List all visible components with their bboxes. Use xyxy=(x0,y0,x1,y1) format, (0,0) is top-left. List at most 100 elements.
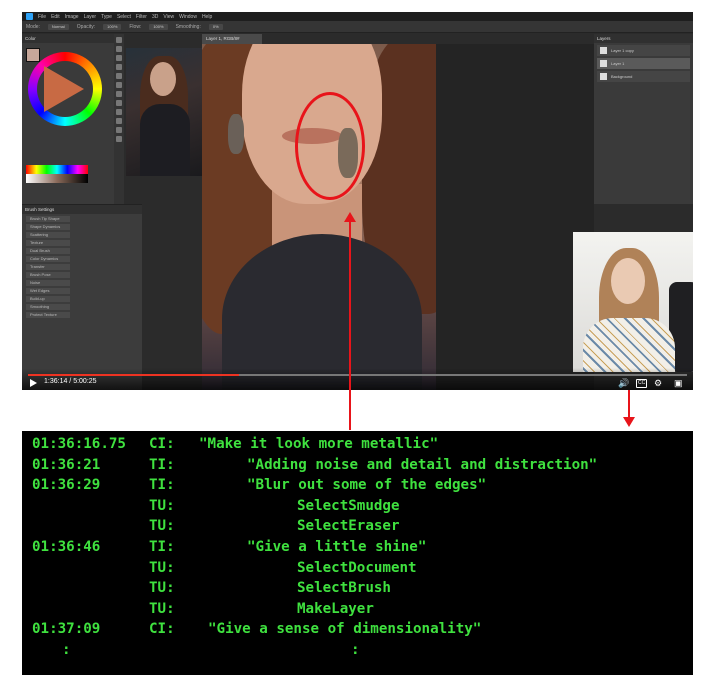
brush-option[interactable]: Protect Texture xyxy=(26,312,70,318)
brush-option[interactable]: Smoothing xyxy=(26,304,70,310)
transcript-speaker: TU: xyxy=(149,497,175,514)
document-tab[interactable]: Layer 1, RGB/8# xyxy=(202,34,262,44)
menu-item[interactable]: Image xyxy=(65,14,79,20)
reference-face xyxy=(150,62,176,96)
color-wheel[interactable] xyxy=(28,52,102,126)
foreground-color-swatch[interactable] xyxy=(26,48,40,62)
color-triangle-picker[interactable] xyxy=(44,66,84,112)
menu-bar: File Edit Image Layer Type Select Filter 3D View… xyxy=(22,12,693,21)
fullscreen-icon[interactable]: ▣ xyxy=(674,378,683,388)
brush-option[interactable]: Dual Brush xyxy=(26,248,70,254)
mode-select[interactable]: Normal xyxy=(47,23,69,30)
captions-button[interactable]: CC xyxy=(636,379,648,388)
video-player[interactable]: File Edit Image Layer Type Select Filter 3D View… xyxy=(22,12,693,390)
menu-item[interactable]: Layer xyxy=(84,14,97,20)
flow-value[interactable]: 100% xyxy=(149,23,168,30)
move-tool-icon[interactable] xyxy=(116,37,122,43)
options-bar: Mode: Normal Opacity: 100% Flow: 100% Sm… xyxy=(22,21,693,33)
progress-bar[interactable] xyxy=(28,374,687,376)
transcript-speaker: TU: xyxy=(149,580,175,597)
transcript-line: 01:36:16.75 CI: "Make it look more metalli… xyxy=(22,436,693,457)
transcript-text: "Give a little shine" xyxy=(247,538,427,555)
brush-option[interactable]: Wet Edges xyxy=(26,288,70,294)
time-display: 1:36:14 / 5:00:25 xyxy=(44,378,97,385)
transcript-text: SelectDocument xyxy=(297,559,417,576)
transcript-line: 01:36:46 TI: "Give a little shine" xyxy=(22,539,693,560)
transcript-text: SelectBrush xyxy=(297,580,391,597)
brush-option[interactable]: Brush Tip Shape xyxy=(26,216,70,222)
brush-settings-panel: Brush Settings Brush Tip Shape Shape Dyn… xyxy=(22,204,142,390)
color-panel-title: Color xyxy=(22,34,114,43)
transcript-timestamp: 01:36:46 xyxy=(32,538,101,555)
layers-panel-title: Layers xyxy=(594,34,693,43)
lasso-tool-icon[interactable] xyxy=(116,55,122,61)
canvas-earring-left xyxy=(228,114,244,154)
smudge-tool-icon[interactable] xyxy=(116,100,122,106)
transcript-line: TU: SelectDocument xyxy=(22,560,693,581)
type-tool-icon[interactable] xyxy=(116,118,122,124)
brush-tool-icon[interactable] xyxy=(116,82,122,88)
transcript-speaker: TU: xyxy=(149,600,175,617)
mode-label: Mode: xyxy=(26,23,40,30)
transcript-terminal: 01:36:16.75 CI: "Make it look more metalli… xyxy=(22,431,693,675)
smoothing-value[interactable]: 0% xyxy=(208,23,223,30)
transcript-line: TU: SelectBrush xyxy=(22,580,693,601)
workspace-background xyxy=(436,44,594,390)
transcript-timestamp: : xyxy=(62,641,71,658)
transcript-speaker: TU: xyxy=(149,518,175,535)
volume-icon[interactable]: 🔊 xyxy=(618,378,629,388)
hand-tool-icon[interactable] xyxy=(116,127,122,133)
transcript-line: :: xyxy=(22,642,693,663)
webcam-shirt xyxy=(583,318,675,372)
transcript-line: 01:36:21 TI: "Adding noise and detail and … xyxy=(22,457,693,478)
brush-option[interactable]: Shape Dynamics xyxy=(26,224,70,230)
crop-tool-icon[interactable] xyxy=(116,64,122,70)
eraser-tool-icon[interactable] xyxy=(116,91,122,97)
opacity-value[interactable]: 100% xyxy=(103,23,122,30)
zoom-tool-icon[interactable] xyxy=(116,136,122,142)
brush-option[interactable]: Transfer xyxy=(26,264,70,270)
brush-option[interactable]: Brush Pose xyxy=(26,272,70,278)
gear-icon[interactable]: ⚙ xyxy=(654,378,662,388)
brush-option[interactable]: Build-up xyxy=(26,296,70,302)
menu-item[interactable]: Window xyxy=(179,14,197,20)
opacity-label: Opacity: xyxy=(76,23,96,30)
menu-item[interactable]: Type xyxy=(101,14,112,20)
menu-item[interactable]: File xyxy=(38,14,46,20)
eyedropper-tool-icon[interactable] xyxy=(116,73,122,79)
photoshop-logo-icon xyxy=(26,13,33,20)
menu-item[interactable]: Filter xyxy=(136,14,147,20)
brush-option[interactable]: Scattering xyxy=(26,232,70,238)
transcript-speaker: TU: xyxy=(149,559,175,576)
layer-item[interactable]: Layer 1 copy xyxy=(597,45,690,56)
menu-item[interactable]: 3D xyxy=(152,14,158,20)
progress-fill xyxy=(28,374,239,376)
brush-option[interactable]: Texture xyxy=(26,240,70,246)
pen-tool-icon[interactable] xyxy=(116,109,122,115)
brush-option[interactable]: Color Dynamics xyxy=(26,256,70,262)
flow-label: Flow: xyxy=(129,23,142,30)
transcript-text: "Make it look more metallic" xyxy=(199,436,439,452)
transcript-timestamp: 01:36:16.75 xyxy=(32,436,126,452)
play-icon[interactable] xyxy=(30,379,37,387)
menu-item[interactable]: Help xyxy=(202,14,212,20)
transcript-speaker: CI: xyxy=(149,621,175,638)
menu-item[interactable]: View xyxy=(163,14,174,20)
layer-item[interactable]: Layer 1 xyxy=(597,58,690,69)
transcript-speaker: TI: xyxy=(149,456,175,473)
layers-panel: Layers Layer 1 copy Layer 1 Background xyxy=(594,34,693,204)
menu-item[interactable]: Edit xyxy=(51,14,60,20)
transcript-line: TU: SelectSmudge xyxy=(22,498,693,519)
transcript-speaker: TI: xyxy=(149,477,175,494)
layer-item[interactable]: Background xyxy=(597,71,690,82)
reference-image xyxy=(126,48,202,176)
menu-item[interactable]: Select xyxy=(117,14,131,20)
transcript-text: "Give a sense of dimensionality" xyxy=(208,621,482,638)
marquee-tool-icon[interactable] xyxy=(116,46,122,52)
arrow-down-head xyxy=(623,417,635,427)
transcript-line: 01:37:09 CI: "Give a sense of dimensionali… xyxy=(22,621,693,642)
transcript-timestamp: 01:36:21 xyxy=(32,456,101,473)
brush-option[interactable]: Noise xyxy=(26,280,70,286)
arrow-line-center xyxy=(349,220,351,430)
color-spectrum[interactable] xyxy=(26,165,88,183)
